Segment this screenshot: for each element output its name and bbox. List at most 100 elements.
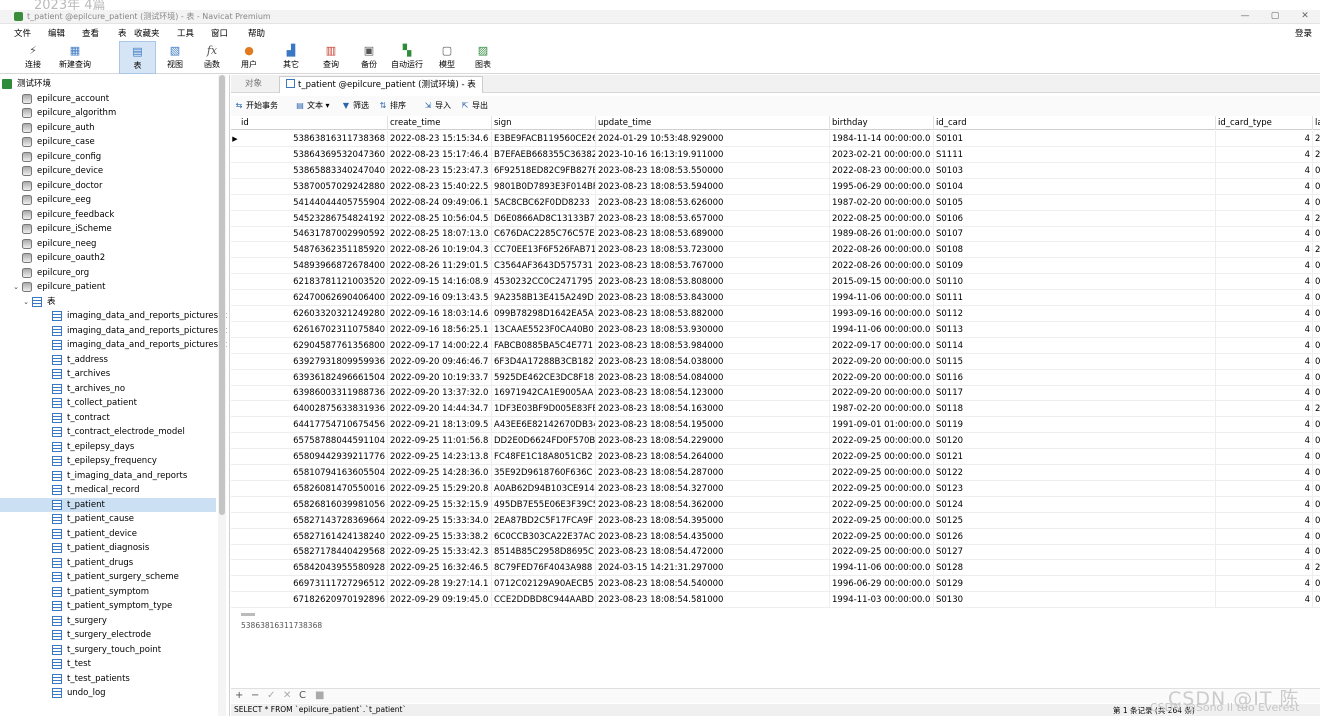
table-row[interactable]: 67182620970192896 2022-09-29 09:19:45.0 CC… xyxy=(231,592,1320,609)
expand-chevron-icon[interactable]: ⌄ xyxy=(22,295,30,309)
grid-cell[interactable]: 2022-09-25 14:28:36.0 xyxy=(388,464,492,481)
grid-cell[interactable]: 4 xyxy=(1216,178,1313,195)
automation-button[interactable]: ▚ 自动运行 xyxy=(388,41,426,74)
grid-cell[interactable]: 2022-09-20 09:46:46.7 xyxy=(388,353,492,370)
grid-cell[interactable]: 2 xyxy=(1313,211,1320,227)
grid-cell[interactable]: 6F3D4A17288B3CB182 xyxy=(492,353,596,370)
grid-cell[interactable]: 0712C02129A90AECB5 xyxy=(492,576,596,593)
tree-table-item[interactable]: t_contract xyxy=(0,411,216,425)
grid-cell[interactable]: 4 xyxy=(1216,464,1313,481)
grid-cell[interactable]: 9A2358B13E415A249D xyxy=(492,290,596,306)
grid-cell[interactable]: 0 xyxy=(1313,497,1320,513)
grid-cell[interactable]: A0AB62D94B103CE914 xyxy=(492,480,596,497)
grid-cell[interactable]: 0 xyxy=(1313,385,1320,401)
grid-cell[interactable]: 2022-09-20 00:00:00.0 xyxy=(830,385,934,402)
table-row[interactable]: 54893966872678400 2022-08-26 11:29:01.5 C3… xyxy=(231,258,1320,275)
grid-cell[interactable]: 16971942CA1E9005AA xyxy=(492,385,596,402)
grid-cell[interactable]: 0 xyxy=(1313,529,1320,545)
grid-cell[interactable]: S0129 xyxy=(934,576,1216,593)
connect-button[interactable]: ⚡ 连接 xyxy=(20,41,46,74)
grid-cell[interactable]: 53870057029242880 xyxy=(239,178,388,195)
grid-cell[interactable]: S0106 xyxy=(934,210,1216,227)
column-header-sign[interactable]: sign xyxy=(492,116,596,130)
grid-cell[interactable]: 4 xyxy=(1216,449,1313,465)
tree-table-item[interactable]: t_address xyxy=(0,353,216,367)
grid-cell[interactable]: 2 xyxy=(1313,560,1320,576)
grid-cell[interactable]: 2022-09-20 13:37:32.0 xyxy=(388,385,492,402)
grid-cell[interactable]: 4 xyxy=(1216,146,1313,163)
grid-cell[interactable]: 4 xyxy=(1216,560,1313,577)
grid-cell[interactable]: 2022-08-23 15:15:34.6 xyxy=(388,131,492,147)
table-button[interactable]: ▤ 表 xyxy=(119,41,156,74)
grid-cell[interactable]: 2EA87BD2C5F17FCA9F xyxy=(492,512,596,529)
grid-cell[interactable]: 2023-08-23 18:08:54.395000 xyxy=(596,512,830,529)
grid-cell[interactable]: 2023-08-23 18:08:53.626000 xyxy=(596,194,830,211)
grid-cell[interactable]: 8514B85C2958D8695C xyxy=(492,544,596,561)
tab-objects[interactable]: 对象 xyxy=(239,76,268,93)
grid-cell[interactable]: 495DB7E55E06E3F39C5 xyxy=(492,496,596,513)
grid-cell[interactable]: 0 xyxy=(1313,290,1320,306)
grid-cell[interactable]: S0111 xyxy=(934,290,1216,306)
tree-database-item[interactable]: epilcure_eeg xyxy=(0,193,216,207)
sort-button[interactable]: ⇅ 排序 xyxy=(378,100,406,111)
grid-cell[interactable]: 2023-08-23 18:08:53.723000 xyxy=(596,242,830,259)
grid-cell[interactable]: S0114 xyxy=(934,337,1216,354)
grid-cell[interactable]: 0 xyxy=(1313,544,1320,560)
grid-cell[interactable]: S0113 xyxy=(934,321,1216,338)
grid-cell[interactable]: 4 xyxy=(1216,226,1313,243)
tree-table-item[interactable]: t_epilepsy_frequency xyxy=(0,454,216,468)
grid-cell[interactable]: 0 xyxy=(1313,274,1320,290)
tree-table-item[interactable]: t_epilepsy_days xyxy=(0,440,216,454)
grid-cell[interactable]: 2022-09-28 19:27:14.1 xyxy=(388,576,492,593)
table-row[interactable]: 53870057029242880 2022-08-23 15:40:22.5 98… xyxy=(231,178,1320,195)
grid-cell[interactable]: 2022-09-16 09:13:43.5 xyxy=(388,290,492,306)
table-row[interactable]: 62904587761356800 2022-09-17 14:00:22.4 FA… xyxy=(231,337,1320,354)
tree-table-item[interactable]: t_patient_cause xyxy=(0,512,216,526)
table-row[interactable]: 65842043955580928 2022-09-25 16:32:46.5 8C… xyxy=(231,560,1320,577)
tree-tables-group[interactable]: ⌄ 表 xyxy=(0,295,216,309)
grid-cell[interactable]: S0103 xyxy=(934,162,1216,179)
table-row[interactable]: 62183781121003520 2022-09-15 14:16:08.9 45… xyxy=(231,274,1320,291)
grid-cell[interactable]: 0 xyxy=(1313,592,1320,608)
grid-cell[interactable]: 4 xyxy=(1216,496,1313,513)
grid-cell[interactable]: 2022-09-25 15:33:42.3 xyxy=(388,544,492,561)
menu-view[interactable]: 查看 xyxy=(82,27,99,39)
menu-tools[interactable]: 工具 xyxy=(177,27,194,39)
grid-cell[interactable]: 4 xyxy=(1216,369,1313,386)
tree-table-item[interactable]: imaging_data_and_reports_pictures_c xyxy=(0,338,227,352)
tree-database-item[interactable]: epilcure_device xyxy=(0,164,216,178)
tree-database-item[interactable]: epilcure_config xyxy=(0,150,216,164)
grid-cell[interactable]: 65758788044591104 xyxy=(239,433,388,450)
grid-cell[interactable]: S0112 xyxy=(934,305,1216,322)
grid-cell[interactable]: 13CAAE5523F0CA40B0 xyxy=(492,321,596,338)
grid-cell[interactable]: 4 xyxy=(1216,385,1313,402)
sidebar-scrollbar[interactable] xyxy=(218,75,226,716)
grid-cell[interactable]: 63986003311988736 xyxy=(239,385,388,402)
grid-cell[interactable]: CCE2DDBD8C944AABD xyxy=(492,592,596,609)
tree-table-item[interactable]: t_medical_record xyxy=(0,483,216,497)
grid-cell[interactable]: 1996-06-29 00:00:00.0 xyxy=(830,576,934,593)
grid-cell[interactable]: 1994-11-06 00:00:00.0 xyxy=(830,290,934,306)
column-header-id[interactable]: id xyxy=(239,116,388,130)
tree-database-item[interactable]: epilcure_account xyxy=(0,92,216,106)
tree-table-t-patient[interactable]: t_patient xyxy=(0,497,216,512)
grid-cell[interactable]: 2022-09-25 15:32:15.9 xyxy=(388,496,492,513)
grid-cell[interactable]: 2022-09-25 00:00:00.0 xyxy=(830,464,934,481)
grid-cell[interactable]: 2022-09-25 00:00:00.0 xyxy=(830,512,934,529)
grid-cell[interactable]: 4 xyxy=(1216,401,1313,418)
grid-cell[interactable]: 54523286754824192 xyxy=(239,210,388,227)
grid-cell[interactable]: 2022-08-26 00:00:00.0 xyxy=(830,258,934,275)
grid-cell[interactable]: FABCB0885BA5C4E771 xyxy=(492,337,596,354)
grid-cell[interactable]: 4 xyxy=(1216,480,1313,497)
grid-cell[interactable]: 65827143728369664 xyxy=(239,512,388,529)
menu-table[interactable]: 表 xyxy=(118,27,127,39)
table-row[interactable]: 54144044405755904 2022-08-24 09:49:06.1 5A… xyxy=(231,194,1320,211)
grid-cell[interactable]: 0 xyxy=(1313,465,1320,481)
grid-cell[interactable]: 62616702311075840 xyxy=(239,321,388,338)
text-button[interactable]: ▤ 文本 ▾ xyxy=(295,100,329,111)
grid-cell[interactable]: S1111 xyxy=(934,146,1216,163)
grid-cell[interactable]: 64417754710675456 xyxy=(239,417,388,434)
tree-table-item[interactable]: t_test xyxy=(0,657,216,671)
grid-cell[interactable]: 2022-08-25 18:07:13.0 xyxy=(388,226,492,243)
grid-cell[interactable]: 4 xyxy=(1216,576,1313,593)
